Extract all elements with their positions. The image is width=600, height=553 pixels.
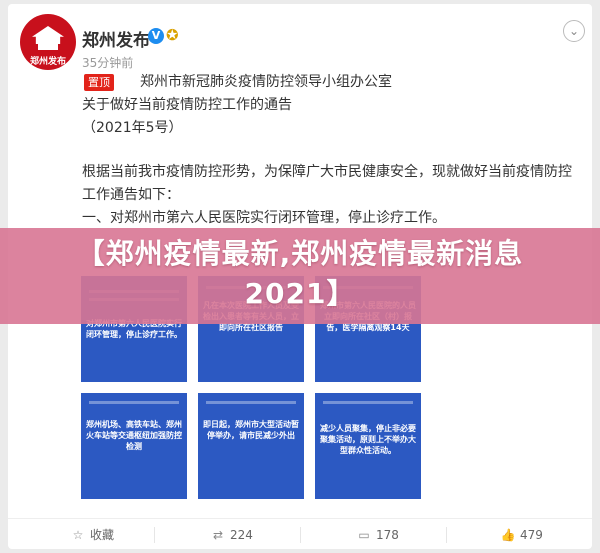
like-count: 479 — [520, 528, 543, 542]
chevron-down-icon[interactable]: ⌄ — [563, 20, 585, 42]
panel-text: 即日起，郑州市大型活动暂停举办，请市民减少外出 — [203, 420, 299, 440]
post-line-1: 郑州市新冠肺炎疫情防控领导小组办公室 — [140, 74, 392, 90]
post-line-4: 根据当前我市疫情防控形势，为保障广大市民健康安全，现就做好当前疫情防控 — [82, 164, 572, 180]
comment-icon: ▭ — [358, 528, 370, 542]
building-base — [38, 44, 58, 50]
post-line-6: 一、对郑州市第六人民医院实行闭环管理，停止诊疗工作。 — [82, 210, 446, 226]
repost-count: 224 — [230, 528, 253, 542]
repost-icon: ⇄ — [212, 528, 224, 542]
pinned-badge: 置顶 — [84, 74, 114, 91]
headline-line-2: 2021】 — [244, 277, 356, 310]
image-panel[interactable]: 减少人员聚集，停止非必要聚集活动，原则上不举办大型群众性活动。 — [315, 393, 421, 499]
like-button[interactable]: 👍 479 — [500, 525, 543, 545]
headline-banner: 【郑州疫情最新,郑州疫情最新消息 2021】 — [0, 228, 600, 324]
verified-icon: V — [148, 28, 164, 44]
repost-button[interactable]: ⇄ 224 — [210, 525, 253, 545]
post-line-2: 关于做好当前疫情防控工作的通告 — [82, 97, 292, 113]
comment-count: 178 — [376, 528, 399, 542]
pin-label: 置顶 — [88, 76, 110, 89]
image-panel[interactable]: 郑州机场、高铁车站、郑州火车站等交通枢纽加强防控检测 — [81, 393, 187, 499]
favorite-button[interactable]: ☆ 收藏 — [70, 525, 114, 545]
panel-text: 郑州机场、高铁车站、郑州火车站等交通枢纽加强防控检测 — [86, 420, 182, 451]
like-icon: 👍 — [500, 528, 516, 542]
headline-title: 【郑州疫情最新,郑州疫情最新消息 2021】 — [0, 234, 600, 314]
post-line-3: （2021年5号） — [82, 120, 183, 136]
image-panel[interactable]: 即日起，郑州市大型活动暂停举办，请市民减少外出 — [198, 393, 304, 499]
post-time[interactable]: 35分钟前 — [82, 54, 133, 71]
comment-button[interactable]: ▭ 178 — [356, 525, 399, 545]
building-icon — [32, 26, 64, 44]
author-name[interactable]: 郑州发布 — [82, 26, 150, 51]
avatar-label: 郑州发布 — [29, 57, 66, 67]
headline-line-1: 【郑州疫情最新,郑州疫情最新消息 — [76, 237, 524, 270]
action-bar: ☆ 收藏 ⇄ 224 ▭ 178 👍 479 — [8, 518, 592, 549]
award-icon: ✪ — [166, 26, 179, 44]
avatar[interactable]: 郑州发布 — [20, 14, 76, 70]
panel-text: 减少人员聚集，停止非必要聚集活动，原则上不举办大型群众性活动。 — [320, 424, 416, 455]
post-line-5: 工作通告如下： — [82, 187, 180, 203]
favorite-label: 收藏 — [90, 528, 115, 542]
favorite-icon: ☆ — [72, 528, 84, 542]
